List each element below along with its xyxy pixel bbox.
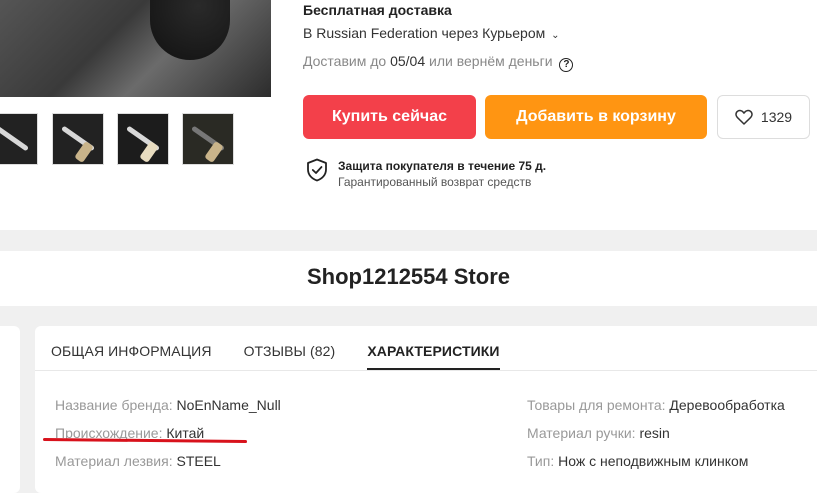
protection-title: Защита покупателя в течение 75 д. (338, 159, 547, 173)
heart-icon (735, 109, 753, 125)
spec-value: NoEnName_Null (176, 397, 281, 413)
tab-specifications[interactable]: ХАРАКТЕРИСТИКИ (367, 326, 500, 371)
buyer-protection: Защита покупателя в течение 75 д. Гарант… (306, 158, 546, 190)
thumbnail-4[interactable] (182, 113, 234, 165)
section-divider (0, 230, 817, 251)
spec-row-type: Тип: Нож с неподвижным клинком (527, 453, 748, 469)
buy-now-button[interactable]: Купить сейчас (303, 95, 476, 139)
thumbnail-2[interactable] (52, 113, 104, 165)
spec-value: resin (639, 425, 670, 441)
details-tabs: ОБЩАЯ ИНФОРМАЦИЯ ОТЗЫВЫ (82) ХАРАКТЕРИСТ… (51, 326, 532, 371)
spec-key: Тип: (527, 453, 555, 469)
guarantee-date: 05/04 (390, 53, 426, 69)
spec-row-blade-material: Материал лезвия: STEEL (55, 453, 221, 469)
product-main-image[interactable] (0, 0, 271, 97)
thumbnail-1[interactable] (0, 113, 38, 165)
spec-key: Товары для ремонта: (527, 397, 666, 413)
wishlist-button[interactable]: 1329 (717, 95, 810, 139)
side-card (0, 326, 20, 493)
shipping-method-label: В Russian Federation через Курьером (303, 25, 546, 41)
knife-graphic (0, 125, 29, 152)
tab-reviews[interactable]: ОТЗЫВЫ (82) (244, 326, 336, 371)
store-name[interactable]: Shop1212554 Store (0, 264, 817, 290)
guarantee-suffix: или вернём деньги (429, 53, 553, 69)
spec-value: Нож с неподвижным клинком (558, 453, 749, 469)
delivery-guarantee: Доставим до 05/04 или вернём деньги ? (303, 53, 574, 72)
thumbnail-3[interactable] (117, 113, 169, 165)
spec-row-brand: Название бренда: NoEnName_Null (55, 397, 281, 413)
spec-value: STEEL (176, 453, 221, 469)
guarantee-prefix: Доставим до (303, 53, 387, 69)
add-to-cart-button[interactable]: Добавить в корзину (485, 95, 707, 139)
chevron-down-icon: ⌄ (551, 30, 560, 41)
knife-sheath-image (150, 0, 230, 60)
handle-graphic (74, 140, 94, 164)
spec-key: Название бренда: (55, 397, 173, 413)
spec-row-repair-goods: Товары для ремонта: Деревообработка (527, 397, 785, 413)
spec-key: Материал лезвия: (55, 453, 173, 469)
handle-graphic (139, 140, 159, 164)
shipping-method-selector[interactable]: В Russian Federation через Курьером ⌄ (303, 25, 560, 41)
tab-general-info[interactable]: ОБЩАЯ ИНФОРМАЦИЯ (51, 326, 212, 371)
free-shipping-title: Бесплатная доставка (303, 2, 452, 18)
handle-graphic (204, 140, 224, 164)
tabs-divider (35, 370, 817, 371)
spec-value: Деревообработка (669, 397, 785, 413)
help-icon[interactable]: ? (559, 58, 574, 72)
shield-check-icon (306, 158, 328, 182)
spec-key: Материал ручки: (527, 425, 636, 441)
spec-row-handle-material: Материал ручки: resin (527, 425, 670, 441)
protection-text: Защита покупателя в течение 75 д. Гарант… (338, 158, 546, 190)
protection-subtitle: Гарантированный возврат средств (338, 175, 532, 189)
wishlist-count: 1329 (760, 109, 793, 125)
